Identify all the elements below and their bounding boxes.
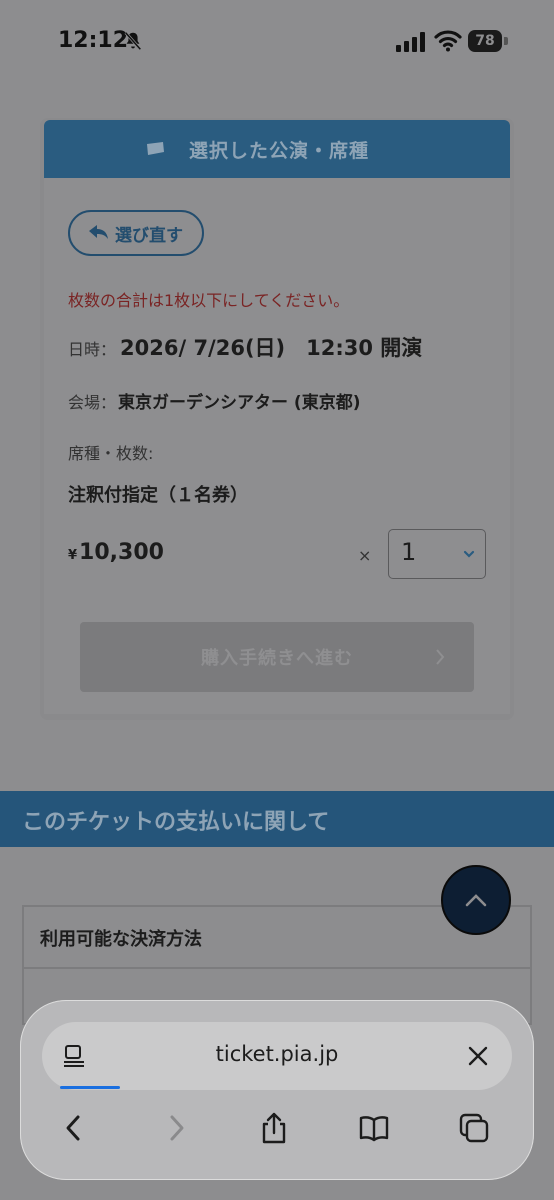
battery-cap	[504, 37, 508, 45]
purchase-button[interactable]: 購入手続きへ進む	[80, 622, 474, 692]
venue-row: 会場： 東京ガーデンシアター (東京都)	[68, 388, 360, 413]
venue-value: 東京ガーデンシアター (東京都)	[118, 393, 361, 413]
chevron-left-icon	[66, 1115, 80, 1141]
section-title: このチケットの支払いに関して	[22, 810, 330, 835]
wifi-icon	[434, 30, 462, 52]
datetime-label: 日時：	[68, 340, 117, 359]
reselect-label: 選び直す	[115, 225, 183, 246]
share-button[interactable]	[254, 1108, 294, 1148]
price: ¥ 10,300	[68, 540, 164, 565]
forward-button[interactable]	[156, 1108, 196, 1148]
payment-methods-label: 利用可能な決済方法	[40, 929, 202, 950]
address-bar[interactable]: ticket.pia.jp	[42, 1022, 512, 1090]
seat-type: 注釈付指定（１名券）	[68, 485, 248, 506]
page-load-progress	[60, 1086, 120, 1089]
battery-icon: 78	[468, 30, 508, 52]
url-text[interactable]: ticket.pia.jp	[42, 1042, 512, 1066]
chevron-down-icon	[463, 550, 475, 558]
payment-section-banner: このチケットの支払いに関して	[0, 791, 554, 847]
chevron-right-icon	[436, 649, 445, 665]
currency-symbol: ¥	[68, 548, 78, 563]
battery-level: 78	[468, 30, 502, 52]
tabs-button[interactable]	[454, 1108, 494, 1148]
datetime-row: 日時： 2026/ 7/26(日) 12:30 開演	[68, 332, 422, 362]
price-value: 10,300	[79, 540, 164, 565]
scroll-to-top-button[interactable]	[441, 865, 511, 935]
tabs-icon	[459, 1113, 489, 1143]
datetime-value: 2026/ 7/26(日) 12:30 開演	[120, 336, 423, 360]
venue-label: 会場：	[68, 393, 117, 412]
close-icon[interactable]	[466, 1044, 490, 1068]
status-bar: 12:12 78	[0, 0, 554, 84]
quantity-select[interactable]: 1	[388, 529, 486, 579]
back-button[interactable]	[54, 1108, 94, 1148]
purchase-label: 購入手続きへ進む	[201, 648, 353, 669]
chevron-up-icon	[465, 894, 487, 907]
seat-label: 席種・枚数:	[68, 444, 154, 463]
error-message: 枚数の合計は1枚以下にしてください。	[68, 291, 350, 310]
divider	[24, 967, 530, 969]
bell-slash-icon	[124, 31, 142, 51]
reselect-button[interactable]: 選び直す	[68, 210, 204, 256]
ticket-icon	[146, 142, 164, 155]
chevron-right-icon	[170, 1115, 184, 1141]
signal-icon	[396, 32, 425, 52]
status-time: 12:12	[58, 28, 129, 53]
book-icon	[359, 1116, 389, 1142]
quantity-value: 1	[401, 538, 417, 566]
bookmarks-button[interactable]	[354, 1108, 394, 1148]
back-arrow-icon	[89, 225, 108, 239]
card-title: 選択した公演・席種	[188, 139, 369, 162]
share-icon	[262, 1112, 286, 1144]
times-symbol: ×	[358, 546, 372, 565]
card-header: 選択した公演・席種	[44, 120, 510, 178]
browser-toolbar: ticket.pia.jp	[20, 1000, 534, 1180]
